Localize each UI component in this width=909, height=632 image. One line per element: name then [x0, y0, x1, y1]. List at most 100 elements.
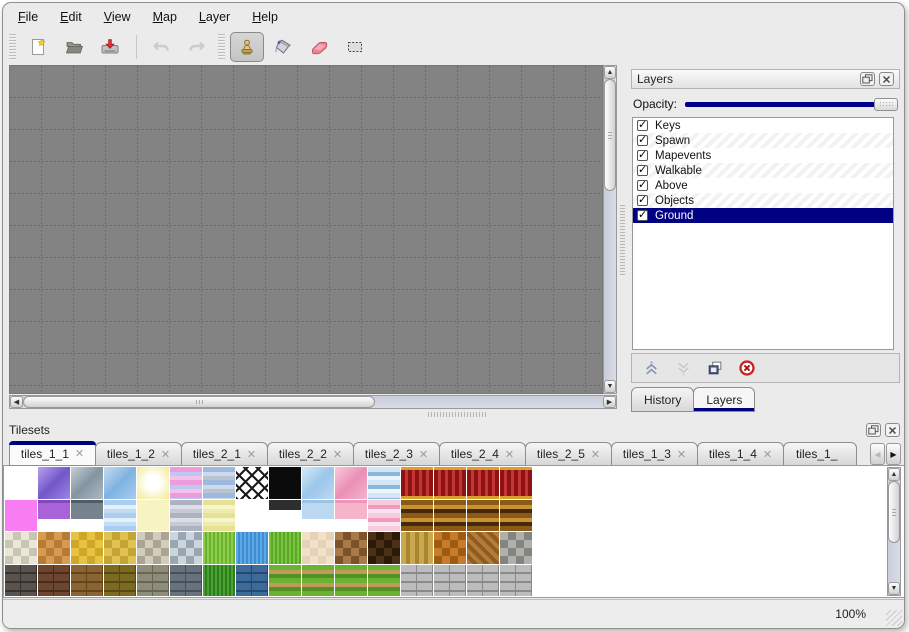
tile[interactable]: [434, 565, 466, 597]
tile[interactable]: [137, 565, 169, 597]
tile[interactable]: [38, 565, 70, 597]
layer-checkbox[interactable]: ✓: [637, 135, 648, 146]
delete-layer-button[interactable]: [737, 358, 757, 378]
tile[interactable]: [467, 532, 499, 564]
tile[interactable]: [38, 467, 70, 499]
tile[interactable]: [269, 467, 301, 499]
tileset-tab[interactable]: tiles_2_3✕: [353, 442, 440, 466]
tile[interactable]: [335, 500, 367, 532]
tile[interactable]: [434, 500, 466, 532]
tile[interactable]: [38, 532, 70, 564]
tileset-tab[interactable]: tiles_2_1✕: [181, 442, 268, 466]
open-map-button[interactable]: [57, 32, 91, 62]
float-panel-button[interactable]: [866, 423, 881, 437]
layer-row-walkable[interactable]: ✓Walkable: [633, 163, 893, 178]
tile[interactable]: [500, 532, 532, 564]
tab-close-icon[interactable]: ✕: [419, 448, 428, 461]
resize-grip[interactable]: [886, 610, 902, 626]
tile[interactable]: [236, 565, 268, 597]
tileset-tab[interactable]: tiles_2_2✕: [267, 442, 354, 466]
tile[interactable]: [104, 532, 136, 564]
menu-view[interactable]: View: [93, 7, 142, 27]
close-panel-button[interactable]: [885, 423, 900, 437]
menu-file[interactable]: File: [7, 7, 49, 27]
canvas-vertical-scrollbar[interactable]: ▲ ▼: [603, 65, 617, 394]
tile[interactable]: [137, 532, 169, 564]
layer-checkbox[interactable]: ✓: [637, 120, 648, 131]
scroll-down-button[interactable]: ▼: [604, 380, 616, 393]
tab-scroll-right-button[interactable]: ▶: [886, 443, 901, 465]
tile[interactable]: [401, 565, 433, 597]
tile[interactable]: [302, 467, 334, 499]
opacity-slider[interactable]: [685, 97, 898, 112]
horizontal-scroll-thumb[interactable]: [23, 396, 375, 408]
float-panel-button[interactable]: [860, 72, 875, 86]
tab-close-icon[interactable]: ✕: [763, 448, 772, 461]
canvas-horizontal-scrollbar[interactable]: ◀ ▶: [9, 395, 617, 409]
tile[interactable]: [104, 467, 136, 499]
tileset-tab[interactable]: tiles_1_4✕: [697, 442, 784, 466]
tile[interactable]: [368, 500, 400, 532]
tile[interactable]: [38, 500, 70, 532]
tile[interactable]: [302, 565, 334, 597]
layer-row-above[interactable]: ✓Above: [633, 178, 893, 193]
layer-row-spawn[interactable]: ✓Spawn: [633, 133, 893, 148]
tileset-vertical-scrollbar[interactable]: ▲ ▼: [887, 467, 901, 596]
tab-close-icon[interactable]: ✕: [333, 448, 342, 461]
tile[interactable]: [170, 467, 202, 499]
layer-checkbox[interactable]: ✓: [637, 210, 648, 221]
tab-history[interactable]: History: [631, 387, 694, 412]
toolbar-drag-handle[interactable]: [218, 34, 225, 60]
select-tool-button[interactable]: [338, 32, 372, 62]
tile[interactable]: [203, 532, 235, 564]
tab-close-icon[interactable]: ✕: [591, 448, 600, 461]
tile[interactable]: [104, 500, 136, 532]
tab-close-icon[interactable]: ✕: [75, 447, 84, 460]
move-layer-up-button[interactable]: [641, 358, 661, 378]
tileset-tab[interactable]: tiles_1_2✕: [95, 442, 182, 466]
tile[interactable]: [203, 500, 235, 532]
tile[interactable]: [335, 467, 367, 499]
tileset-tab[interactable]: tiles_2_5✕: [525, 442, 612, 466]
scroll-up-button[interactable]: ▲: [604, 66, 616, 79]
redo-button[interactable]: [180, 32, 214, 62]
tab-close-icon[interactable]: ✕: [505, 448, 514, 461]
tile[interactable]: [302, 500, 334, 532]
tile[interactable]: [500, 467, 532, 499]
scroll-up-button[interactable]: ▲: [888, 468, 900, 481]
tile[interactable]: [269, 500, 301, 532]
tile[interactable]: [467, 467, 499, 499]
layer-row-ground[interactable]: ✓Ground: [633, 208, 893, 223]
tile[interactable]: [71, 467, 103, 499]
tile[interactable]: [500, 565, 532, 597]
opacity-slider-handle[interactable]: [874, 98, 898, 111]
tileset-tab[interactable]: tiles_1_3✕: [611, 442, 698, 466]
layer-checkbox[interactable]: ✓: [637, 195, 648, 206]
tile[interactable]: [368, 467, 400, 499]
tile[interactable]: [434, 532, 466, 564]
menu-map[interactable]: Map: [142, 7, 188, 27]
tile[interactable]: [335, 565, 367, 597]
tile[interactable]: [104, 565, 136, 597]
layer-row-mapevents[interactable]: ✓Mapevents: [633, 148, 893, 163]
layer-checkbox[interactable]: ✓: [637, 165, 648, 176]
layer-row-keys[interactable]: ✓Keys: [633, 118, 893, 133]
tile[interactable]: [170, 532, 202, 564]
eraser-tool-button[interactable]: [302, 32, 336, 62]
tile[interactable]: [335, 532, 367, 564]
vertical-splitter[interactable]: [618, 65, 627, 409]
tile[interactable]: [401, 500, 433, 532]
tile[interactable]: [467, 500, 499, 532]
tile[interactable]: [368, 565, 400, 597]
tile[interactable]: [5, 532, 37, 564]
tile[interactable]: [137, 467, 169, 499]
undo-button[interactable]: [144, 32, 178, 62]
save-map-button[interactable]: [93, 32, 127, 62]
tile[interactable]: [368, 532, 400, 564]
vertical-scroll-thumb[interactable]: [888, 481, 900, 543]
tab-layers[interactable]: Layers: [693, 387, 755, 412]
tile[interactable]: [203, 565, 235, 597]
duplicate-layer-button[interactable]: [705, 358, 725, 378]
toolbar-drag-handle[interactable]: [9, 34, 16, 60]
tile[interactable]: [236, 500, 268, 532]
